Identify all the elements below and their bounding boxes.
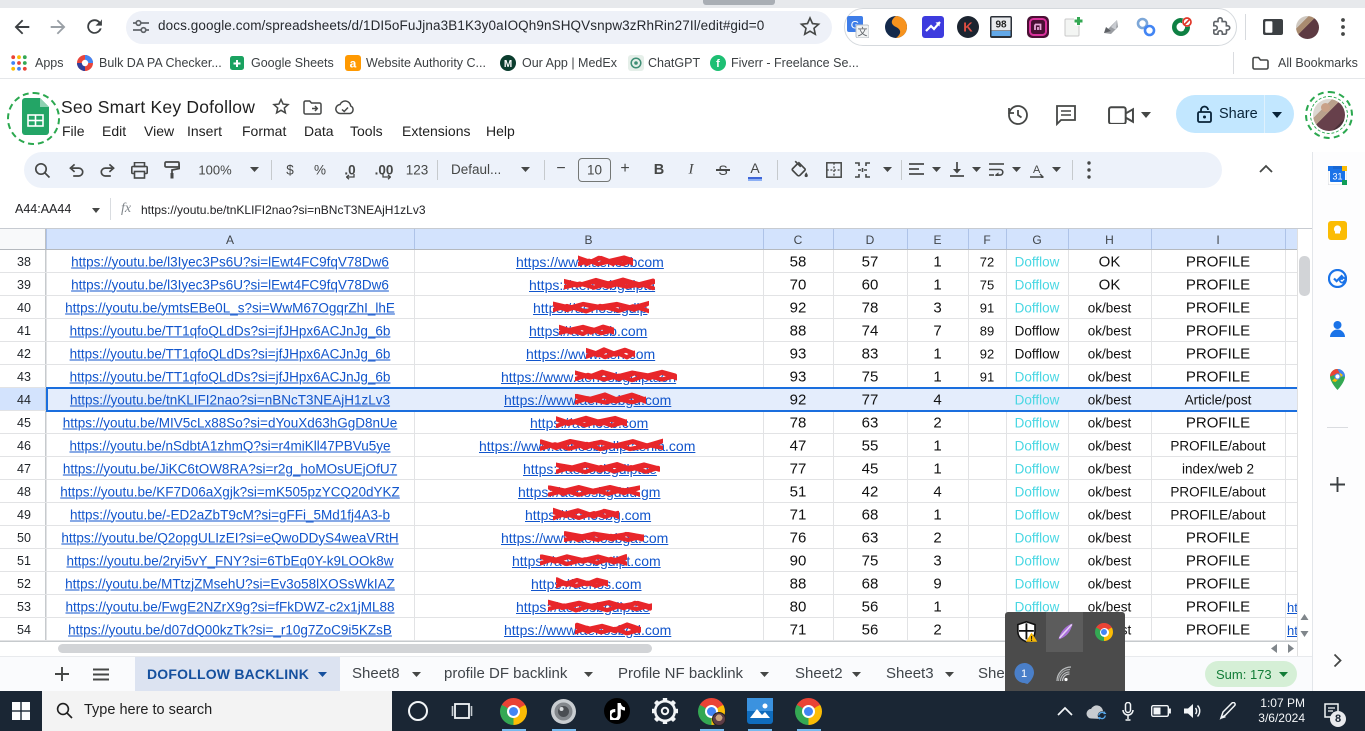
svg-text:98: 98 <box>995 20 1007 31</box>
svg-text:!: ! <box>1030 634 1032 643</box>
svg-text:a: a <box>350 57 357 71</box>
svg-text:1: 1 <box>1021 668 1027 680</box>
svg-text:f: f <box>716 58 720 70</box>
svg-text:文: 文 <box>858 26 868 39</box>
svg-text:M: M <box>504 59 512 70</box>
svg-text:K: K <box>963 20 973 35</box>
svg-text:31: 31 <box>1332 172 1342 182</box>
